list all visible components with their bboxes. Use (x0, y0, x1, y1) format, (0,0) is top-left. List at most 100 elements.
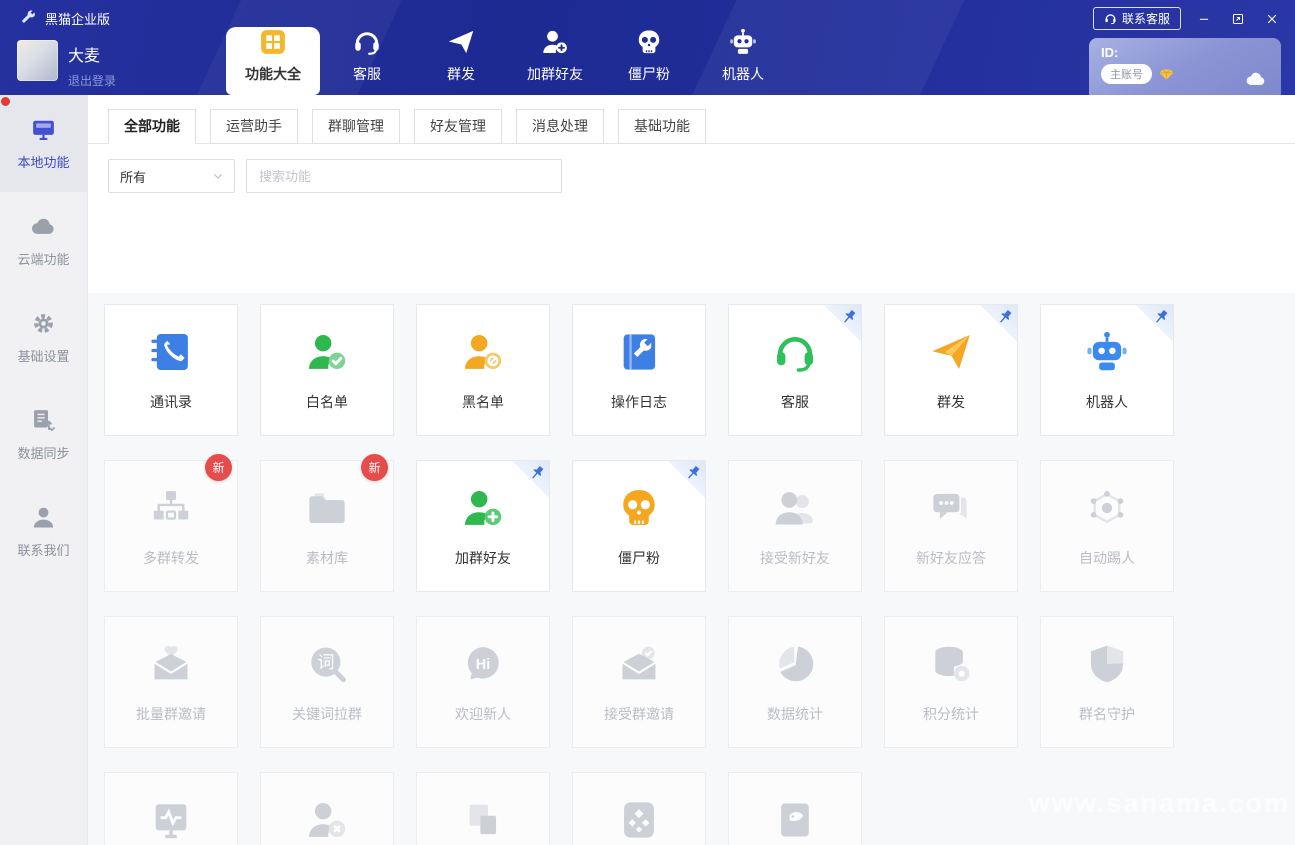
feature-card-mail-check[interactable]: 接受群邀请 (572, 616, 706, 748)
logout-link[interactable]: 退出登录 (68, 72, 116, 89)
nav-label: 客服 (353, 64, 381, 84)
feature-card-label: 多群转发 (143, 548, 199, 568)
sidebar-item-label: 云端功能 (17, 249, 69, 268)
tab-all-functions[interactable]: 全部功能 (108, 109, 196, 144)
close-button[interactable] (1261, 9, 1283, 29)
search-input[interactable] (246, 159, 562, 193)
pin-icon[interactable] (683, 463, 703, 483)
nav-item-zombie-fans[interactable]: 僵尸粉 (602, 0, 696, 95)
feature-card-log-book[interactable]: 操作日志 (572, 304, 706, 436)
person-block-icon (460, 329, 506, 375)
nav-label: 僵尸粉 (628, 64, 670, 84)
mail-check-icon (616, 641, 662, 687)
book-tag-icon (772, 797, 818, 843)
feature-card-folder[interactable]: 新素材库 (260, 460, 394, 592)
pin-icon[interactable] (527, 463, 547, 483)
feature-card-label: 欢迎新人 (455, 704, 511, 724)
tab-friend-management[interactable]: 好友管理 (414, 109, 502, 144)
contact-support-label: 联系客服 (1122, 10, 1170, 27)
hi-bubble-icon: Hi (460, 641, 506, 687)
feature-card-label: 关键词拉群 (292, 704, 362, 724)
nav-item-add-group-friends[interactable]: 加群好友 (508, 0, 602, 95)
robot-icon (1084, 329, 1130, 375)
feature-card-dedupe[interactable]: 群成员去重 (416, 772, 550, 845)
log-book-icon (616, 329, 662, 375)
nav-item-features[interactable]: 功能大全 (226, 27, 320, 95)
data-sync-icon (30, 407, 57, 434)
keyword-icon: 词 (304, 641, 350, 687)
person-icon (30, 504, 57, 531)
feature-card-robot[interactable]: 机器人 (1040, 304, 1174, 436)
feature-card-skull[interactable]: 僵尸粉 (572, 460, 706, 592)
feature-card-person-check[interactable]: 白名单 (260, 304, 394, 436)
maximize-button[interactable] (1227, 9, 1249, 29)
feature-grid: 通讯录 白名单 黑名单操作日志客服群发 机器人新多群转发新素材库加群好友僵尸粉接受新好… (104, 304, 1295, 845)
category-dropdown[interactable]: 所有 (108, 159, 235, 193)
feature-card-label: 积分统计 (923, 704, 979, 724)
id-label: ID: (1101, 45, 1269, 60)
nav-label: 加群好友 (527, 64, 583, 84)
nav-item-customer-service[interactable]: 客服 (320, 0, 414, 95)
feature-card-contact-book[interactable]: 通讯录 (104, 304, 238, 436)
person-check-icon (304, 329, 350, 375)
nav-item-bulk-send[interactable]: 群发 (414, 0, 508, 95)
feature-card-label: 素材库 (306, 548, 348, 568)
minimize-button[interactable] (1193, 9, 1215, 29)
feature-card-pdd[interactable]: 拼多多发单 (572, 772, 706, 845)
sidebar-item-data-sync[interactable]: 数据同步 (0, 386, 87, 483)
skull-icon (634, 27, 664, 57)
feature-card-label: 群名守护 (1079, 704, 1135, 724)
feature-card-mail-heart[interactable]: 批量群邀请 (104, 616, 238, 748)
feature-card-flowchart[interactable]: 新多群转发 (104, 460, 238, 592)
pin-icon[interactable] (839, 307, 859, 327)
feature-card-label: 白名单 (306, 392, 348, 412)
gem-icon (1158, 66, 1175, 83)
sidebar-item-cloud-features[interactable]: 云端功能 (0, 192, 87, 289)
feature-card-label: 接受新好友 (760, 548, 830, 568)
shield-icon (1084, 641, 1130, 687)
feature-card-chat[interactable]: 新好友应答 (884, 460, 1018, 592)
feature-card-label: 数据统计 (767, 704, 823, 724)
feature-card-database[interactable]: 积分统计 (884, 616, 1018, 748)
feature-card-label: 群发 (937, 392, 965, 412)
pin-icon[interactable] (995, 307, 1015, 327)
tab-group-chat-management[interactable]: 群聊管理 (312, 109, 400, 144)
main-content: 全部功能 运营助手 群聊管理 好友管理 消息处理 基础功能 所有 通讯录 白名单 黑… (88, 95, 1295, 845)
feature-card-person-add[interactable]: 加群好友 (416, 460, 550, 592)
feature-card-label: 通讯录 (150, 392, 192, 412)
app-title: 黑猫企业版 (45, 9, 110, 28)
feature-card-book-tag[interactable]: 社群裂变 (728, 772, 862, 845)
pin-icon[interactable] (1151, 307, 1171, 327)
feature-card-person-x[interactable]: 踢私加好友 (260, 772, 394, 845)
tab-message-handling[interactable]: 消息处理 (516, 109, 604, 144)
feature-card-person-block[interactable]: 黑名单 (416, 304, 550, 436)
feature-card-network[interactable]: 自动踢人 (1040, 460, 1174, 592)
sidebar-item-local-features[interactable]: 本地功能 (0, 95, 87, 192)
skull-icon (616, 485, 662, 531)
sidebar-item-contact-us[interactable]: 联系我们 (0, 483, 87, 580)
feature-card-pie[interactable]: 数据统计 (728, 616, 862, 748)
sidebar-item-basic-settings[interactable]: 基础设置 (0, 289, 87, 386)
feature-card-hi-bubble[interactable]: Hi 欢迎新人 (416, 616, 550, 748)
feature-card-headset[interactable]: 客服 (728, 304, 862, 436)
tab-operation-assistant[interactable]: 运营助手 (210, 109, 298, 144)
feature-card-plane[interactable]: 群发 (884, 304, 1018, 436)
tab-basic-functions[interactable]: 基础功能 (618, 109, 706, 144)
feature-card-monitor-pulse[interactable]: 监控加好友 (104, 772, 238, 845)
avatar[interactable] (17, 40, 58, 81)
feature-card-shield[interactable]: 群名守护 (1040, 616, 1174, 748)
svg-text:词: 词 (317, 652, 334, 672)
sidebar-item-label: 联系我们 (17, 540, 69, 559)
gear-icon (30, 310, 57, 337)
nav-label: 功能大全 (245, 64, 301, 84)
contact-support-button[interactable]: 联系客服 (1093, 7, 1181, 30)
robot-icon (728, 27, 758, 57)
person-add-icon (540, 27, 570, 57)
nav-item-robot[interactable]: 机器人 (696, 0, 790, 95)
category-dropdown-value: 所有 (120, 167, 146, 186)
grid-icon (258, 27, 288, 57)
feature-card-people[interactable]: 接受新好友 (728, 460, 862, 592)
person-x-icon (304, 797, 350, 843)
chat-icon (928, 485, 974, 531)
feature-card-keyword[interactable]: 词关键词拉群 (260, 616, 394, 748)
